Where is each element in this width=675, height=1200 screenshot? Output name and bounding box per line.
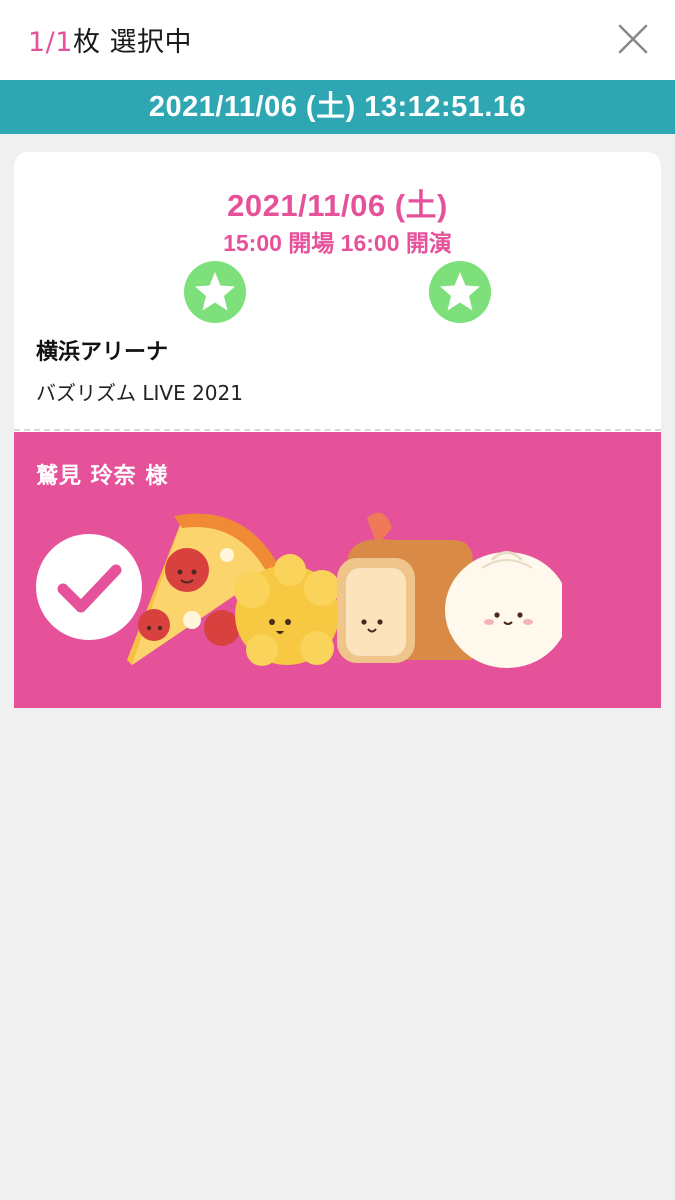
venue-name: 横浜アリーナ (36, 340, 169, 365)
ticket-count: 1/1 (28, 27, 73, 58)
close-button[interactable] (612, 18, 654, 60)
selection-label: 選択中 (109, 27, 193, 58)
tear-divider (14, 429, 661, 431)
selection-status: 1/1枚 選択中 (28, 20, 192, 59)
star-icon (184, 261, 246, 323)
ticket-card[interactable]: 2021/11/06 (土) 15:00 開場 16:00 開演 横浜アリーナ … (14, 152, 661, 708)
ticket-stub: 鷲見 玲奈 様 (14, 432, 661, 708)
current-time-bar: 2021/11/06 (土) 13:12:51.16 (0, 80, 675, 134)
star-icon (429, 261, 491, 323)
top-bar: 1/1枚 選択中 (0, 0, 675, 80)
ticket-holder-name: 鷲見 玲奈 様 (36, 464, 169, 489)
food-characters-illustration (127, 512, 562, 668)
event-date: 2021/11/06 (土) (227, 188, 448, 223)
ticket-count-unit: 枚 (72, 27, 101, 58)
event-times: 15:00 開場 16:00 開演 (223, 230, 452, 256)
close-icon (618, 24, 648, 54)
event-name: バズリズム LIVE 2021 (36, 381, 243, 405)
